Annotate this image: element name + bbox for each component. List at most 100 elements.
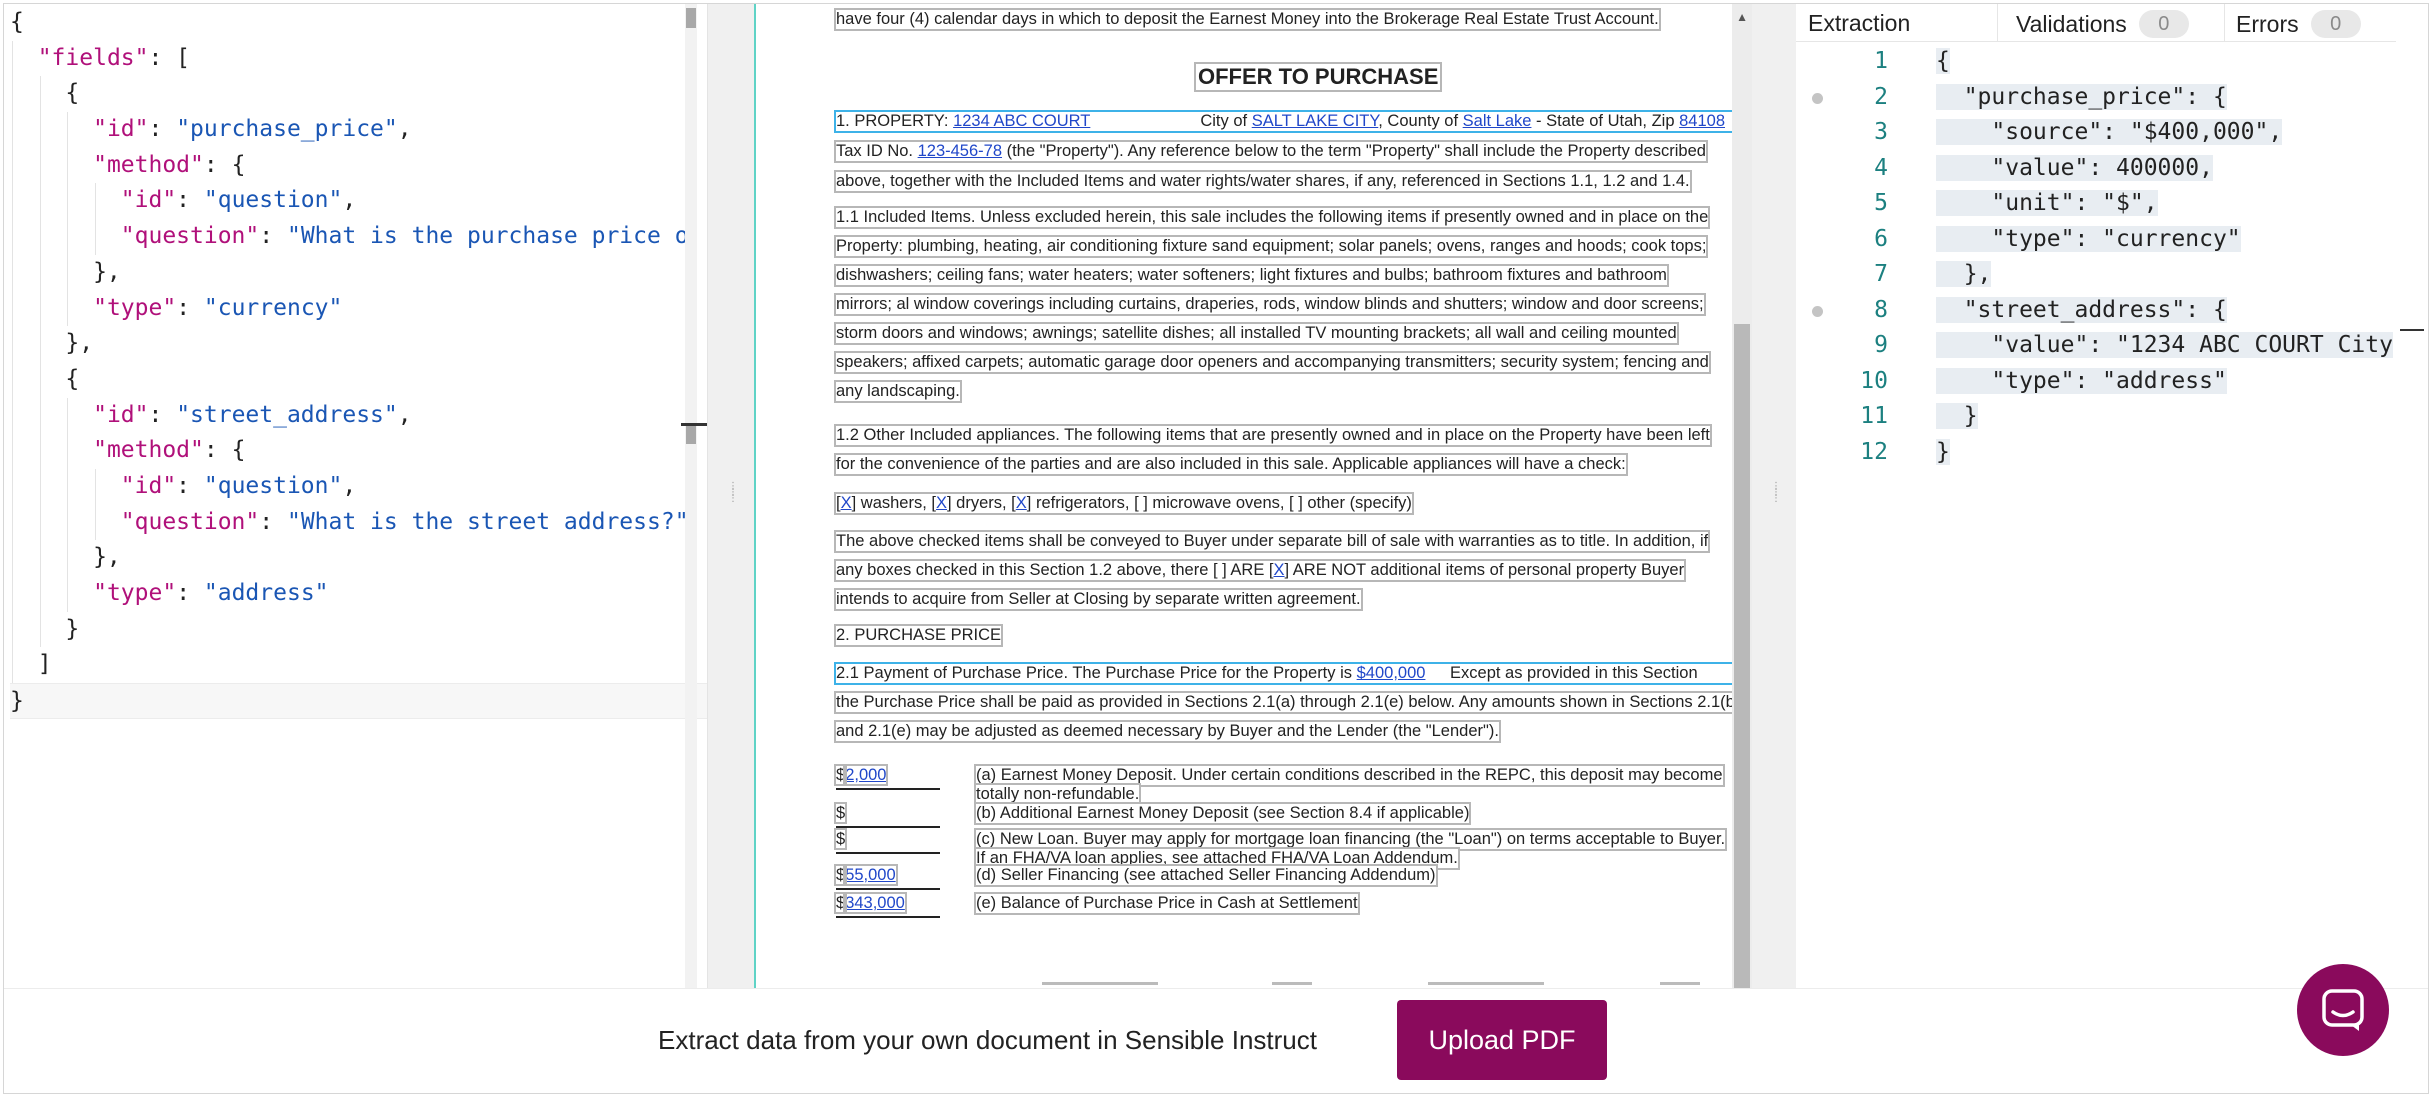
config-line: "question": "What is the street address?… [10, 504, 707, 541]
right-splitter[interactable]: ⋮ ⋮ ⋮ [1752, 4, 1796, 988]
json-line: 6 "type": "currency" [1796, 222, 2396, 258]
config-code[interactable]: { "fields": [ { "id": "purchase_price", … [4, 4, 707, 719]
pdf-line: 1.2 Other Included appliances. The follo… [834, 424, 1712, 447]
config-editor[interactable]: { "fields": [ { "id": "purchase_price", … [4, 4, 708, 988]
json-line: 10 "type": "address" [1796, 364, 2396, 400]
check-value: X [840, 494, 852, 512]
scroll-up-icon[interactable]: ▲ [1736, 10, 1748, 24]
line-number: 5 [1874, 190, 1888, 216]
config-line: "id": "question", [10, 183, 707, 220]
check-value: X [1015, 494, 1027, 512]
extraction-json[interactable]: 1{2 "purchase_price": {3 "source": "$400… [1796, 44, 2396, 470]
pdf-line: speakers; affixed carpets; automatic gar… [834, 351, 1711, 374]
check-label: ] washers, [ [851, 494, 936, 512]
tab-validations[interactable]: Validations 0 [2016, 4, 2216, 42]
chat-launcher-button[interactable] [2297, 964, 2389, 1056]
amount-description: (a) Earnest Money Deposit. Under certain… [973, 764, 1725, 806]
tax-id-value: 123-456-78 [917, 142, 1003, 160]
config-line: { [10, 9, 24, 35]
line-number: 10 [1860, 367, 1888, 394]
tax-rest: (the "Property"). Any reference below to… [1002, 142, 1706, 160]
dollar-sign: $ [833, 764, 848, 786]
bottom-bar: Extract data from your own document in S… [4, 988, 2428, 1093]
amount-field: $55,000 [833, 864, 940, 890]
json-text: "street_address": { [1936, 296, 2227, 323]
dollar-sign: $ [833, 828, 848, 850]
json-text: "type": "currency" [1936, 225, 2241, 252]
json-line: 3 "source": "$400,000", [1796, 115, 2396, 151]
validations-count-badge: 0 [2138, 10, 2189, 38]
line-number: 2 [1874, 83, 1888, 110]
json-text: { [1936, 48, 1950, 74]
config-line: "fields": [ [10, 40, 707, 77]
config-scrollbar[interactable] [685, 4, 697, 988]
drag-handle-icon[interactable]: ⋮ ⋮ ⋮ [728, 482, 738, 504]
check-value: X [935, 494, 947, 512]
city-label: City of [1200, 112, 1252, 130]
pdf-line: storm doors and windows; awnings; satell… [834, 322, 1679, 345]
json-line: 12} [1796, 435, 2396, 471]
json-text: "value": "1234 ABC COURT City [1936, 332, 2393, 358]
tab-extraction[interactable]: Extraction [1808, 4, 1998, 42]
check-value: X [1273, 561, 1285, 579]
amount-description: (e) Balance of Purchase Price in Cash at… [974, 892, 1360, 915]
json-line: 8 "street_address": { [1796, 293, 2396, 329]
pdf-page: have four (4) calendar days in which to … [833, 4, 1752, 988]
pdf-line: any landscaping. [834, 380, 962, 403]
dollar-sign: $ [833, 892, 848, 914]
line-number: 11 [1860, 403, 1888, 429]
json-text: } [1936, 403, 1978, 429]
pp-text: Except as provided in this Section [1445, 664, 1698, 682]
pdf-line: for the convenience of the parties and a… [834, 453, 1628, 476]
tab-errors[interactable]: Errors 0 [2226, 4, 2386, 42]
chat-bubble-icon [2322, 989, 2364, 1031]
pdf-scroll-thumb[interactable] [1734, 324, 1750, 988]
pdf-line: and 2.1(e) may be adjusted as deemed nec… [834, 720, 1501, 743]
tab-label: Validations [2016, 11, 2127, 37]
pdf-line: dishwashers; ceiling fans; water heaters… [834, 264, 1669, 287]
tab-label: Errors [2236, 11, 2299, 37]
json-text: "value": 400000, [1936, 154, 2213, 181]
config-line: } [10, 611, 707, 648]
pdf-line: mirrors; al window coverings including c… [834, 293, 1706, 316]
conv-text: ] ARE NOT additional items of personal p… [1284, 561, 1685, 579]
line-number: 8 [1874, 296, 1888, 323]
upload-pdf-button[interactable]: Upload PDF [1397, 1000, 1607, 1080]
line-number: 1 [1874, 48, 1888, 74]
drag-handle-icon[interactable]: ⋮ ⋮ ⋮ [1771, 482, 1781, 504]
config-line: "question": "What is the purchase price … [10, 219, 707, 255]
amount-field: $ [833, 828, 940, 854]
state-zip-label: - State of Utah, Zip [1531, 112, 1680, 130]
amount-field: $ [833, 802, 940, 828]
pdf-line-property[interactable]: 1. PROPERTY: 1234 ABC COURT City of SALT … [834, 110, 1752, 133]
left-splitter[interactable]: ⋮ ⋮ ⋮ [708, 4, 754, 988]
line-number: 7 [1874, 261, 1888, 287]
json-text: "purchase_price": { [1936, 83, 2227, 110]
json-line: 5 "unit": "$", [1796, 186, 2396, 222]
config-line: } [10, 683, 707, 719]
cta-text: Extract data from your own document in S… [658, 1025, 1317, 1055]
config-line: }, [10, 326, 707, 362]
json-line: 1{ [1796, 44, 2396, 80]
zip-value: 84108 [1679, 112, 1725, 130]
pdf-viewer[interactable]: have four (4) calendar days in which to … [754, 4, 1752, 988]
pdf-line: the Purchase Price shall be paid as prov… [833, 691, 1743, 714]
config-line: { [10, 76, 707, 113]
json-line: 9 "value": "1234 ABC COURT City [1796, 328, 2396, 364]
pdf-line: intends to acquire from Seller at Closin… [834, 588, 1363, 611]
line-number: 3 [1874, 119, 1888, 145]
pdf-line-purchase-price[interactable]: 2.1 Payment of Purchase Price. The Purch… [834, 662, 1752, 685]
json-line: 11 } [1796, 399, 2396, 435]
pp-text: 2.1 Payment of Purchase Price. The Purch… [836, 664, 1357, 682]
dollar-sign: $ [833, 802, 848, 824]
line-number: 9 [1874, 332, 1888, 358]
errors-count-badge: 0 [2310, 10, 2361, 38]
config-line: }, [10, 254, 707, 291]
amount-value: 2,000 [843, 764, 889, 786]
pdf-line-conv: any boxes checked in this Section 1.2 ab… [833, 559, 1687, 582]
json-text: }, [1936, 261, 1992, 287]
config-scroll-thumb[interactable] [686, 8, 696, 28]
config-line: "id": "street_address", [10, 397, 707, 434]
output-cursor-marker [2400, 329, 2424, 331]
amount-value: 55,000 [843, 864, 898, 886]
